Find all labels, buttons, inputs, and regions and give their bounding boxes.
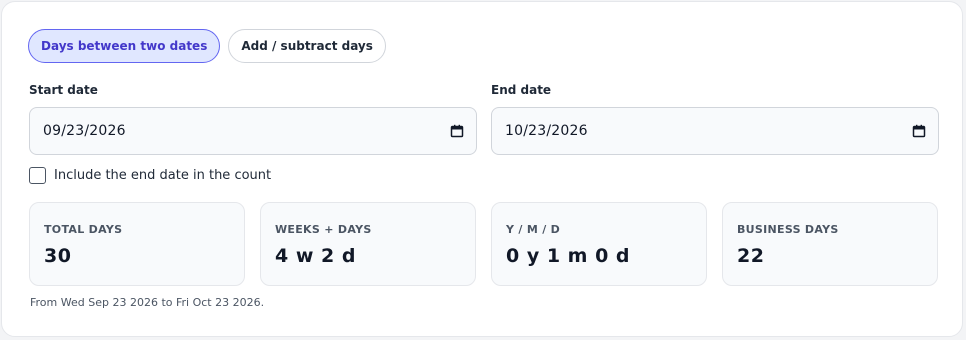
tab-add-subtract[interactable]: Add / subtract days <box>228 29 386 63</box>
stat-label: WEEKS + DAYS <box>275 223 372 236</box>
include-end-date-label[interactable]: Include the end date in the count <box>54 168 271 183</box>
calendar-icon[interactable] <box>450 124 464 138</box>
mode-tabs: Days between two dates Add / subtract da… <box>28 29 386 63</box>
start-date-input[interactable]: 09/23/2026 <box>29 107 477 155</box>
stat-label: Y / M / D <box>506 223 561 236</box>
calendar-icon[interactable] <box>912 124 926 138</box>
stat-label: TOTAL DAYS <box>44 223 123 236</box>
stat-ymd: Y / M / D 0 y 1 m 0 d <box>491 202 707 286</box>
stat-value: 30 <box>44 245 72 267</box>
calculator-card: Days between two dates Add / subtract da… <box>1 1 963 337</box>
stat-business-days: BUSINESS DAYS 22 <box>722 202 938 286</box>
stat-value: 0 y 1 m 0 d <box>506 245 631 267</box>
include-end-date-checkbox[interactable] <box>29 167 46 184</box>
date-range-summary: From Wed Sep 23 2026 to Fri Oct 23 2026. <box>30 296 265 309</box>
tab-days-between[interactable]: Days between two dates <box>28 29 221 63</box>
stat-weeks-days: WEEKS + DAYS 4 w 2 d <box>260 202 476 286</box>
end-date-label: End date <box>491 83 552 97</box>
stat-total-days: TOTAL DAYS 30 <box>29 202 245 286</box>
stat-value: 4 w 2 d <box>275 245 356 267</box>
start-date-label: Start date <box>29 83 98 97</box>
stat-value: 22 <box>737 245 765 267</box>
end-date-value: 10/23/2026 <box>505 123 588 139</box>
stat-label: BUSINESS DAYS <box>737 223 839 236</box>
include-end-date-row: Include the end date in the count <box>29 167 271 184</box>
end-date-input[interactable]: 10/23/2026 <box>491 107 939 155</box>
start-date-value: 09/23/2026 <box>43 123 126 139</box>
